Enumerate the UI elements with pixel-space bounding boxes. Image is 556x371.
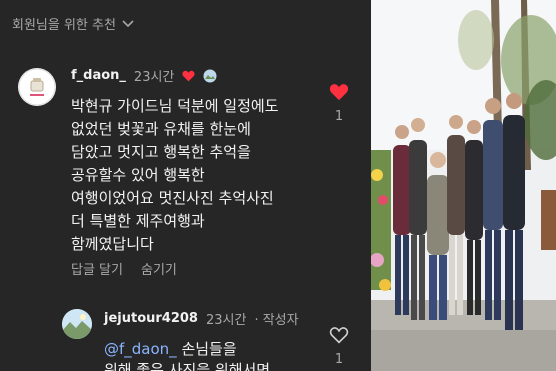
reply-avatar[interactable] (62, 309, 92, 339)
reply-like: 1 (328, 326, 350, 367)
heart-outline-icon[interactable] (329, 326, 349, 344)
photo-thumbnail[interactable] (371, 0, 556, 371)
comments-panel: 회원님을 위한 추천 f_daon_ 23시간 박현규 가이드님 덕분에 일정에… (0, 0, 371, 371)
comment-meta: f_daon_ 23시간 (71, 66, 217, 85)
mention-link[interactable]: @f_daon_ (104, 340, 177, 358)
reply-username[interactable]: jejutour4208 (104, 311, 198, 326)
comment-line: 담았고 멋지고 행복한 추억을 (71, 143, 251, 161)
reply-time: 23시간 (205, 313, 247, 328)
comment-line: 없었던 벚꽃과 유채를 한눈에 (71, 120, 251, 138)
reply-line: 손님들을 (176, 340, 237, 358)
comment-line: 여행이었어요 멋진사진 추억사진 (71, 189, 274, 207)
liker-avatar-icon (203, 69, 217, 82)
comment-text: 박현규 가이드님 덕분에 일정에도 없었던 벚꽃과 유채를 한눈에 담았고 멋지… (71, 95, 321, 256)
group-photo-image (371, 0, 556, 371)
heart-icon[interactable] (329, 83, 349, 101)
recommendation-title: 회원님을 위한 추천 (12, 18, 116, 33)
author-tag: · 작성자 (254, 313, 299, 328)
avatar[interactable] (18, 68, 56, 106)
profile-avatar (18, 68, 56, 106)
hide-button[interactable]: 숨기기 (141, 259, 177, 278)
comment-line: 더 특별한 제주여행과 (71, 212, 205, 230)
heart-icon (182, 70, 195, 81)
reply-button[interactable]: 답글 달기 (71, 259, 123, 278)
reply-text: @f_daon_ 손님들을 위해 좋은 사진을 위해서면 (104, 339, 314, 371)
chevron-down-icon (122, 19, 134, 27)
comment-like: 1 (328, 83, 350, 124)
like-count: 1 (334, 109, 344, 124)
reply-meta: jejutour4208 23시간 · 작성자 (104, 309, 299, 328)
comment-actions: 답글 달기 숨기기 (71, 259, 177, 278)
recommendation-header[interactable]: 회원님을 위한 추천 (12, 14, 134, 33)
comment-username[interactable]: f_daon_ (71, 68, 126, 83)
comment-time: 23시간 (133, 70, 175, 85)
like-count: 1 (334, 352, 344, 367)
reply-line: 위해 좋은 사진을 위해서면 (104, 361, 271, 371)
comment-line: 박현규 가이드님 덕분에 일정에도 (71, 97, 279, 115)
profile-avatar (62, 309, 92, 339)
comment-line: 공유할수 있어 행복한 (71, 166, 205, 184)
comment-line: 함께였답니다 (71, 235, 154, 253)
